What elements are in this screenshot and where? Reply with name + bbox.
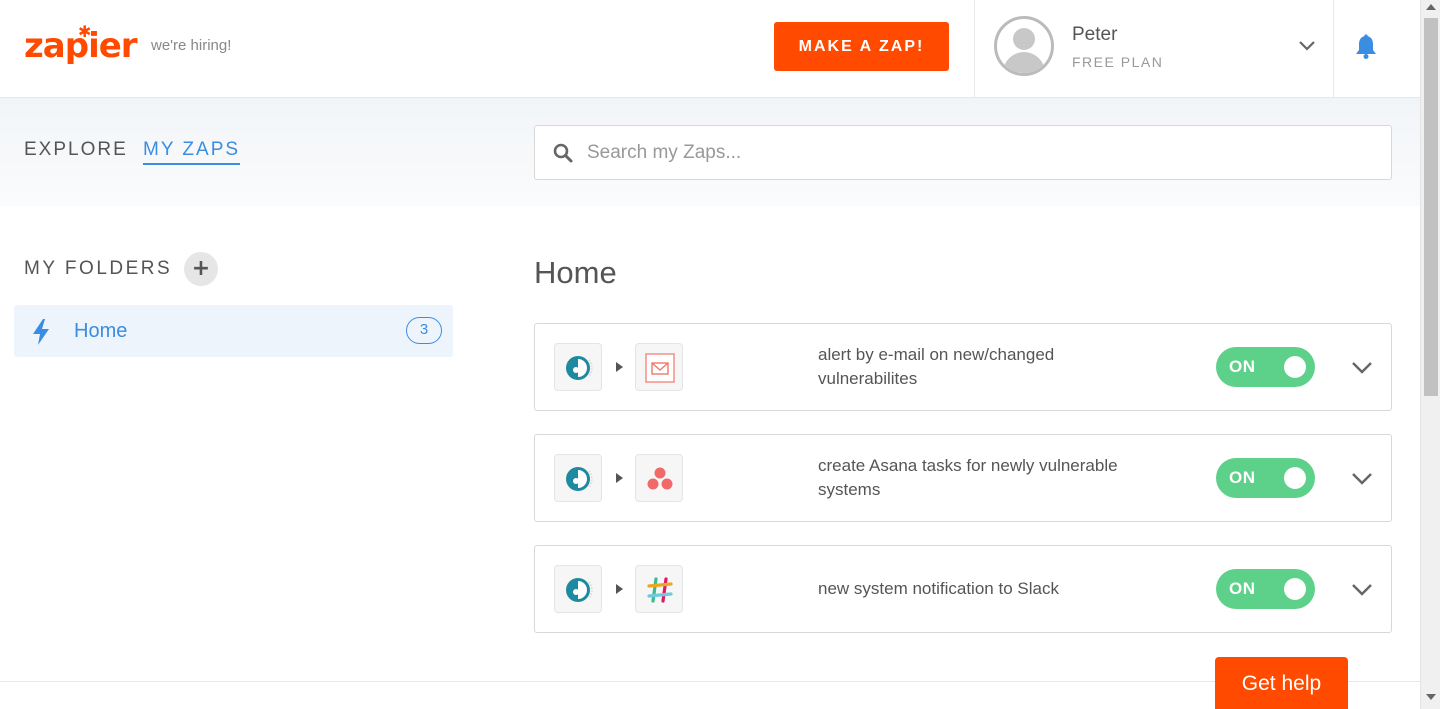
- asana-app-icon: [635, 454, 683, 502]
- chevron-down-icon[interactable]: [1350, 468, 1374, 488]
- scroll-up-icon[interactable]: [1426, 4, 1436, 10]
- folder-label: Home: [74, 320, 128, 342]
- make-a-zap-button[interactable]: MAKE A ZAP!: [774, 22, 949, 71]
- folder-count-badge: 3: [406, 317, 442, 344]
- bell-icon[interactable]: [1352, 33, 1380, 61]
- zap-row[interactable]: create Asana tasks for newly vulnerable …: [534, 434, 1392, 522]
- folder-item-home[interactable]: Home 3: [14, 305, 453, 357]
- zap-title[interactable]: create Asana tasks for newly vulnerable …: [818, 435, 1148, 521]
- chevron-down-icon[interactable]: [1297, 36, 1317, 56]
- zap-toggle[interactable]: ON: [1216, 347, 1315, 387]
- page-title: Home: [534, 255, 617, 290]
- footer-divider: [0, 681, 1420, 682]
- toggle-label: ON: [1229, 579, 1256, 598]
- add-folder-button[interactable]: +: [184, 252, 218, 286]
- scrollbar[interactable]: [1420, 0, 1440, 709]
- search-icon: [553, 143, 573, 163]
- hiring-link[interactable]: we're hiring!: [151, 37, 231, 54]
- arrow-right-icon: [616, 362, 623, 372]
- zap-toggle[interactable]: ON: [1216, 569, 1315, 609]
- user-plan: FREE PLAN: [1072, 54, 1164, 70]
- zap-row[interactable]: alert by e-mail on new/changed vulnerabi…: [534, 323, 1392, 411]
- zap-toggle[interactable]: ON: [1216, 458, 1315, 498]
- tab-my-zaps[interactable]: MY ZAPS: [143, 139, 241, 165]
- scroll-thumb[interactable]: [1424, 18, 1438, 396]
- slack-app-icon: [635, 565, 683, 613]
- top-header: zapier ✱ we're hiring! MAKE A ZAP! Peter…: [0, 0, 1420, 98]
- get-help-button[interactable]: Get help: [1215, 657, 1348, 709]
- tab-explore[interactable]: EXPLORE: [24, 139, 128, 161]
- arrow-right-icon: [616, 473, 623, 483]
- trigger-app-icon: [554, 343, 602, 391]
- sub-navigation: EXPLORE MY ZAPS: [0, 98, 1420, 206]
- zap-title[interactable]: alert by e-mail on new/changed vulnerabi…: [818, 324, 1148, 410]
- email-app-icon: [635, 343, 683, 391]
- chevron-down-icon[interactable]: [1350, 579, 1374, 599]
- avatar[interactable]: [994, 16, 1054, 76]
- logo-asterisk-icon: ✱: [78, 24, 92, 41]
- toggle-label: ON: [1229, 357, 1256, 376]
- toggle-knob: [1284, 467, 1306, 489]
- user-menu[interactable]: Peter FREE PLAN: [974, 0, 1334, 97]
- search-box[interactable]: [534, 125, 1392, 180]
- chevron-down-icon[interactable]: [1350, 357, 1374, 377]
- bolt-icon: [33, 319, 49, 345]
- arrow-right-icon: [616, 584, 623, 594]
- search-input[interactable]: [587, 136, 1367, 170]
- trigger-app-icon: [554, 454, 602, 502]
- trigger-app-icon: [554, 565, 602, 613]
- zap-title[interactable]: new system notification to Slack: [818, 546, 1148, 632]
- scroll-down-icon[interactable]: [1426, 694, 1436, 700]
- toggle-knob: [1284, 356, 1306, 378]
- toggle-label: ON: [1229, 468, 1256, 487]
- user-name: Peter: [1072, 24, 1118, 45]
- folders-heading: MY FOLDERS: [24, 258, 173, 279]
- zap-row[interactable]: new system notification to Slack ON: [534, 545, 1392, 633]
- toggle-knob: [1284, 578, 1306, 600]
